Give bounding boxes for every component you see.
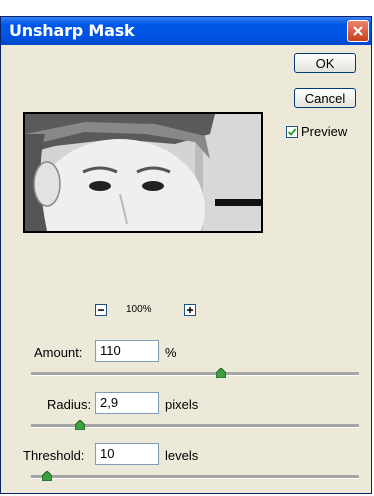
amount-slider-thumb[interactable] xyxy=(216,368,227,378)
zoom-in-button[interactable] xyxy=(184,304,196,316)
radius-label: Radius: xyxy=(47,397,92,412)
threshold-input[interactable]: 10 xyxy=(95,443,159,465)
plus-icon xyxy=(187,307,193,313)
radius-slider-thumb[interactable] xyxy=(75,420,86,430)
threshold-label: Threshold: xyxy=(23,448,85,463)
preview-checkbox-row[interactable]: Preview xyxy=(286,124,347,139)
amount-label: Amount: xyxy=(34,345,83,360)
zoom-out-button[interactable] xyxy=(95,304,107,316)
threshold-slider[interactable] xyxy=(31,475,359,479)
close-icon xyxy=(353,26,363,36)
checkmark-icon xyxy=(287,127,297,136)
preview-label: Preview xyxy=(301,124,348,139)
threshold-slider-thumb[interactable] xyxy=(42,471,53,481)
boy-face-image xyxy=(25,114,261,231)
close-button[interactable] xyxy=(347,20,369,42)
preview-checkbox[interactable] xyxy=(286,125,298,138)
amount-slider[interactable] xyxy=(31,372,359,376)
zoom-level: 100% xyxy=(126,304,152,315)
radius-unit: pixels xyxy=(165,397,199,412)
unsharp-mask-dialog: Unsharp Mask OK Cancel Preview 100% Amou… xyxy=(0,16,372,494)
amount-unit: % xyxy=(165,345,177,360)
cancel-button[interactable]: Cancel xyxy=(294,88,356,108)
window-title: Unsharp Mask xyxy=(9,21,135,40)
amount-input[interactable]: 110 xyxy=(95,340,159,362)
preview-image[interactable] xyxy=(23,112,263,233)
top-strip xyxy=(0,0,374,16)
ok-button[interactable]: OK xyxy=(294,53,356,73)
minus-icon xyxy=(98,309,104,311)
radius-input[interactable]: 2,9 xyxy=(95,392,159,414)
title-bar: Unsharp Mask xyxy=(1,17,371,45)
threshold-unit: levels xyxy=(165,448,199,463)
